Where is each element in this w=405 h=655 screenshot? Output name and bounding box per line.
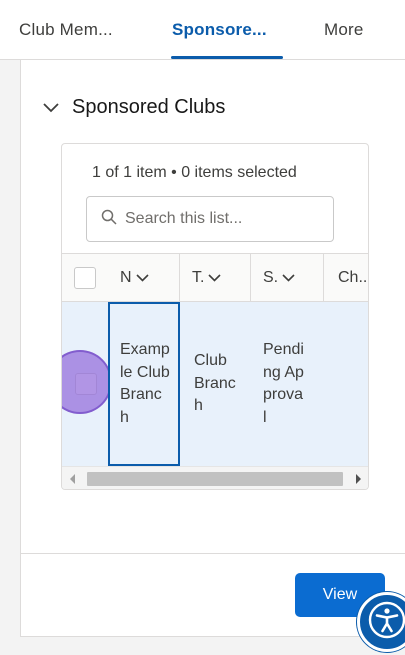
- column-header-label: S.: [263, 268, 279, 286]
- page: Club Mem... Sponsore... More Sponsored C…: [0, 0, 405, 655]
- cell-status-text: Pending Approval: [263, 341, 304, 426]
- chevron-down-icon[interactable]: [282, 273, 295, 282]
- cell-name[interactable]: Example Club Branch: [108, 302, 180, 466]
- column-header-label: T.: [192, 268, 205, 286]
- column-header-name[interactable]: N: [108, 254, 180, 301]
- scroll-left-arrow-icon[interactable]: [70, 474, 75, 484]
- active-tab-indicator: [171, 56, 283, 59]
- accessibility-icon: [367, 600, 405, 645]
- search-input[interactable]: [123, 209, 323, 229]
- scroll-right-arrow-icon[interactable]: [356, 474, 361, 484]
- search-box[interactable]: [86, 196, 334, 242]
- select-all-checkbox[interactable]: [74, 266, 96, 289]
- list-panel: 1 of 1 item • 0 items selected N T.: [61, 143, 369, 490]
- table-row[interactable]: Example Club Branch Club Branch Pending …: [62, 302, 368, 466]
- tab-club-members[interactable]: Club Mem...: [19, 20, 113, 40]
- accessibility-button[interactable]: [357, 592, 405, 652]
- chevron-down-icon[interactable]: [40, 97, 62, 119]
- column-header-label: Ch..: [338, 268, 368, 286]
- footer-divider: [20, 553, 405, 554]
- cell-type: Club Branch: [180, 302, 251, 466]
- section-header[interactable]: Sponsored Clubs: [40, 96, 225, 119]
- cell-name-text[interactable]: Example Club Branch: [120, 339, 170, 429]
- column-header-label: N: [120, 268, 132, 286]
- column-header-status[interactable]: S.: [251, 254, 324, 301]
- section-title: Sponsored Clubs: [72, 96, 226, 118]
- chevron-down-icon[interactable]: [208, 273, 222, 282]
- tab-more[interactable]: More: [324, 20, 364, 40]
- column-header-type[interactable]: T.: [180, 254, 251, 301]
- scrollbar-thumb[interactable]: [87, 472, 343, 486]
- click-marker: [62, 350, 112, 414]
- table-header: N T. S. Ch..: [62, 253, 368, 302]
- horizontal-scrollbar[interactable]: [62, 466, 368, 489]
- list-item-count: 1 of 1 item • 0 items selected: [92, 164, 297, 181]
- cell-status: Pending Approval: [251, 302, 324, 466]
- tab-sponsored-clubs[interactable]: Sponsore...: [172, 20, 267, 40]
- tab-bar: Club Mem... Sponsore... More: [0, 0, 405, 60]
- chevron-down-icon[interactable]: [135, 273, 149, 282]
- column-header-ch[interactable]: Ch..: [324, 254, 368, 301]
- cell-type-text: Club Branch: [194, 352, 236, 415]
- search-icon: [101, 209, 117, 230]
- select-all-cell: [62, 254, 108, 301]
